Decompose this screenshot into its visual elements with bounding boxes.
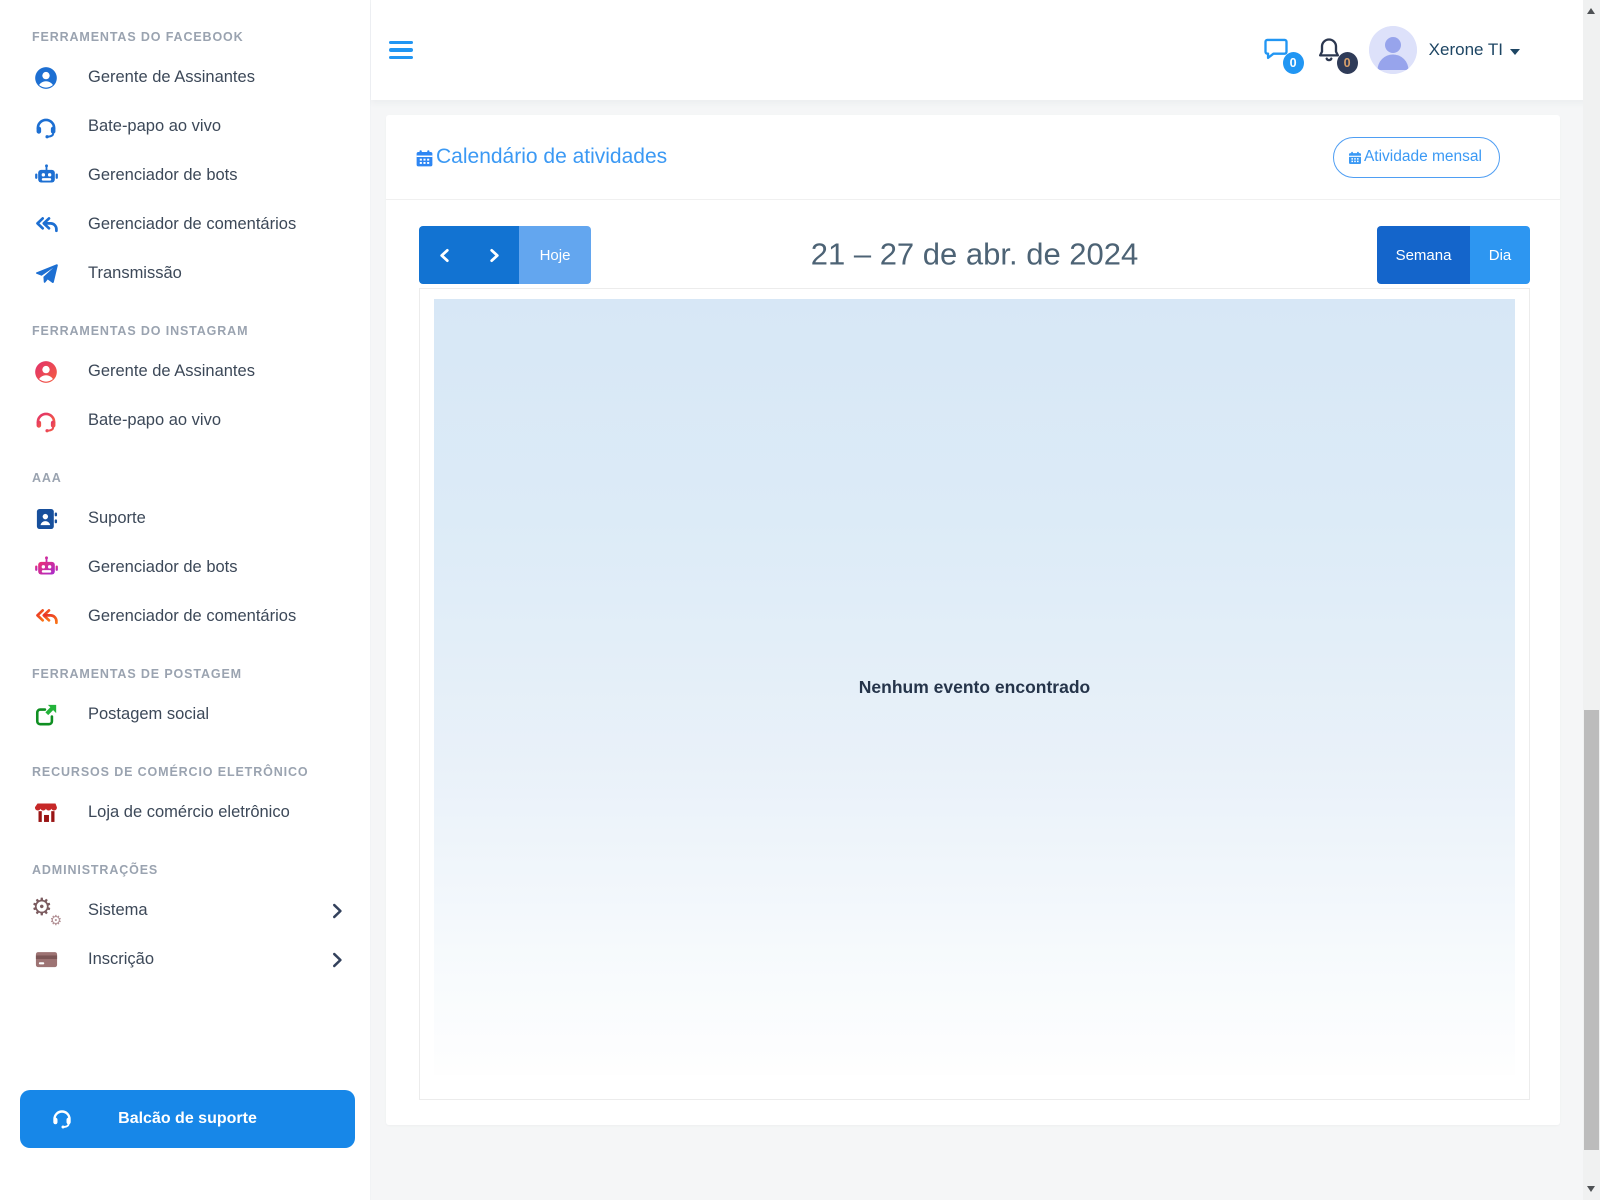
sidebar-item-bate-papo-ao-vivo[interactable]: Bate-papo ao vivo [0, 102, 370, 151]
share-icon [32, 701, 60, 729]
sidebar-item-loja-de-comercio-eletronico[interactable]: Loja de comércio eletrônico [0, 788, 370, 837]
robot-icon [32, 554, 60, 582]
notifications-badge: 0 [1337, 52, 1358, 74]
user-menu[interactable]: Xerone TI [1369, 26, 1520, 74]
topbar: 0 0 Xerone TI [371, 0, 1600, 100]
sidebar-item-label: Transmissão [88, 264, 182, 283]
headset-icon [50, 1106, 74, 1135]
chevron-right-icon [330, 952, 344, 968]
sidebar-section-title: FERRAMENTAS DO FACEBOOK [0, 30, 370, 44]
sidebar-section-title: FERRAMENTAS DE POSTAGEM [0, 667, 370, 681]
sidebar-item-gerenciador-de-bots[interactable]: Gerenciador de bots [0, 543, 370, 592]
scroll-thumb[interactable] [1584, 710, 1599, 1150]
date-range-title: 21 – 27 de abr. de 2024 [811, 236, 1139, 272]
sidebar-item-label: Inscrição [88, 950, 154, 969]
page-title-label: Calendário de atividades [436, 145, 667, 169]
support-desk-label: Balcão de suporte [118, 1110, 257, 1128]
sidebar-item-bate-papo-ao-vivo[interactable]: Bate-papo ao vivo [0, 396, 370, 445]
empty-message: Nenhum evento encontrado [859, 677, 1090, 698]
menu-toggle-button[interactable] [389, 41, 413, 59]
avatar [1369, 26, 1417, 74]
sidebar-item-label: Gerenciador de comentários [88, 607, 296, 626]
monthly-activity-label: Atividade mensal [1364, 148, 1482, 166]
sidebar-item-gerenciador-de-comentarios[interactable]: Gerenciador de comentários [0, 592, 370, 641]
main-area: 0 0 Xerone TI Calendá [370, 0, 1600, 1200]
calendar-panel: Nenhum evento encontrado [419, 288, 1530, 1100]
calendar-icon [1347, 150, 1363, 166]
page-title: Calendário de atividades [414, 145, 667, 169]
headset-icon [32, 407, 60, 435]
headset-icon [32, 113, 60, 141]
user-circle-icon [32, 358, 60, 386]
store-icon [32, 799, 60, 827]
calendar-card: Calendário de atividades Atividade mensa… [386, 115, 1560, 1125]
reply-all-icon [32, 603, 60, 631]
scroll-down-button[interactable] [1587, 1186, 1595, 1192]
prev-button[interactable] [419, 226, 469, 284]
chevron-right-icon [330, 903, 344, 919]
user-name: Xerone TI [1429, 40, 1503, 60]
credit-card-icon [32, 946, 60, 974]
sidebar-item-sistema[interactable]: ⚙⚙ Sistema [0, 886, 370, 935]
week-view-button[interactable]: Semana [1377, 226, 1470, 284]
sidebar-item-label: Gerente de Assinantes [88, 68, 255, 87]
messages-button[interactable]: 0 [1261, 35, 1293, 65]
calendar-icon [414, 148, 435, 169]
sidebar-item-label: Loja de comércio eletrônico [88, 803, 290, 822]
sidebar-item-inscricao[interactable]: Inscrição [0, 935, 370, 984]
sidebar-item-label: Gerente de Assinantes [88, 362, 255, 381]
sidebar-item-transmissao[interactable]: Transmissão [0, 249, 370, 298]
sidebar-item-postagem-social[interactable]: Postagem social [0, 690, 370, 739]
sidebar-section-title: AAA [0, 471, 370, 485]
sidebar-item-label: Gerenciador de bots [88, 166, 238, 185]
sidebar-section-title: ADMINISTRAÇÕES [0, 863, 370, 877]
sidebar-item-suporte[interactable]: Suporte [0, 494, 370, 543]
sidebar-item-label: Bate-papo ao vivo [88, 117, 221, 136]
reply-all-icon [32, 211, 60, 239]
sidebar-item-label: Postagem social [88, 705, 209, 724]
chevron-left-icon [438, 248, 451, 263]
sidebar-item-gerenciador-de-comentarios[interactable]: Gerenciador de comentários [0, 200, 370, 249]
sidebar-item-label: Gerenciador de bots [88, 558, 238, 577]
gears-icon: ⚙⚙ [32, 897, 60, 925]
next-button[interactable] [469, 226, 519, 284]
support-desk-button[interactable]: Balcão de suporte [20, 1090, 355, 1148]
sidebar-item-label: Bate-papo ao vivo [88, 411, 221, 430]
caret-down-icon [1510, 49, 1520, 55]
scrollbar[interactable] [1583, 0, 1600, 1200]
sidebar-item-gerenciador-de-bots[interactable]: Gerenciador de bots [0, 151, 370, 200]
paper-plane-icon [32, 260, 60, 288]
today-button[interactable]: Hoje [519, 226, 591, 284]
sidebar-item-label: Sistema [88, 901, 148, 920]
sidebar-section-title: RECURSOS DE COMÉRCIO ELETRÔNICO [0, 765, 370, 779]
sidebar-item-label: Suporte [88, 509, 146, 528]
chevron-right-icon [488, 248, 501, 263]
gear-glyph: ⚙ [49, 914, 62, 928]
sidebar-item-gerente-de-assinantes[interactable]: Gerente de Assinantes [0, 53, 370, 102]
monthly-activity-button[interactable]: Atividade mensal [1333, 137, 1500, 178]
day-view-button[interactable]: Dia [1470, 226, 1530, 284]
sidebar-item-gerente-de-assinantes[interactable]: Gerente de Assinantes [0, 347, 370, 396]
user-circle-icon [32, 64, 60, 92]
robot-icon [32, 162, 60, 190]
messages-badge: 0 [1283, 52, 1304, 74]
calendar-toolbar: Hoje 21 – 27 de abr. de 2024 Semana Dia [419, 226, 1530, 284]
sidebar-item-label: Gerenciador de comentários [88, 215, 296, 234]
calendar-empty-state: Nenhum evento encontrado [434, 299, 1515, 1075]
address-book-icon [32, 505, 60, 533]
scroll-up-button[interactable] [1587, 8, 1595, 14]
sidebar-section-title: FERRAMENTAS DO INSTAGRAM [0, 324, 370, 338]
notifications-button[interactable]: 0 [1315, 35, 1347, 65]
sidebar: FERRAMENTAS DO FACEBOOK Gerente de Assina… [0, 0, 370, 1200]
